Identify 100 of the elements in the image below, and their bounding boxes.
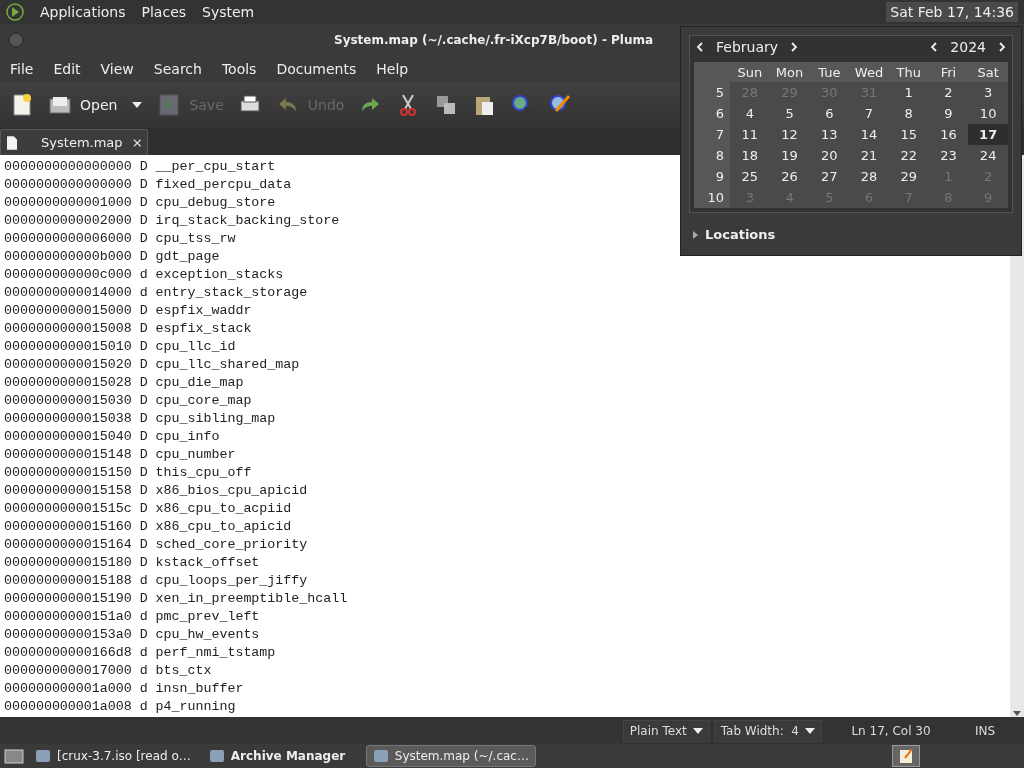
save-icon <box>157 93 182 117</box>
calendar-day[interactable]: 27 <box>809 166 850 187</box>
code-line: 0000000000015164 D sched_core_priority <box>4 536 308 554</box>
code-line: 0000000000000000 D fixed_percpu_data <box>4 176 292 194</box>
taskbar-window[interactable]: [crux-3.7.iso [read o… <box>28 745 198 767</box>
app-icon <box>35 748 51 764</box>
code-line: 0000000000001000 D cpu_debug_store <box>4 194 276 212</box>
panel-menu[interactable]: Applications <box>40 4 126 20</box>
calendar-day[interactable]: 14 <box>849 124 889 145</box>
week-number: 7 <box>694 124 730 145</box>
calendar-day[interactable]: 16 <box>928 124 969 145</box>
code-line: 0000000000006000 D cpu_tss_rw <box>4 230 236 248</box>
tab-width-dropdown[interactable]: Tab Width: 4 <box>713 719 822 742</box>
menu-item[interactable]: Tools <box>215 61 263 77</box>
insert-mode: INS <box>973 723 997 738</box>
calendar-day[interactable]: 9 <box>928 103 969 124</box>
week-number: 10 <box>694 187 730 208</box>
panel-menu[interactable]: Places <box>141 4 187 20</box>
code-line: 0000000000015038 D cpu_sibling_map <box>4 410 276 428</box>
code-line: 0000000000015150 D this_cpu_off <box>4 464 252 482</box>
calendar-day[interactable]: 4 <box>730 103 770 124</box>
code-line: 0000000000015010 D cpu_llc_id <box>4 338 236 356</box>
menu-item[interactable]: Search <box>147 61 208 77</box>
weekday-header: Fri <box>928 62 969 82</box>
calendar-day[interactable]: 15 <box>888 124 929 145</box>
previous-month-button[interactable] <box>694 41 706 53</box>
caret-icon <box>805 726 815 735</box>
calendar-day[interactable]: 18 <box>730 145 770 166</box>
calendar-day[interactable]: 25 <box>730 166 770 187</box>
calendar-day[interactable]: 11 <box>730 124 770 145</box>
window-title: System.map (~/.cache/.fr-iXcp7B/boot) - Pluma <box>334 33 654 47</box>
menu-item[interactable]: View <box>94 61 140 77</box>
code-line: 0000000000015188 d cpu_loops_per_jiffy <box>4 572 308 590</box>
code-line: 000000000000c000 d exception_stacks <box>4 266 284 284</box>
open-button[interactable]: Open <box>46 91 120 119</box>
week-number: 6 <box>694 103 730 124</box>
menu-item[interactable]: Edit <box>47 61 87 77</box>
calendar-day[interactable]: 24 <box>968 145 1008 166</box>
calendar-day[interactable]: 17 <box>968 124 1008 145</box>
calendar-day[interactable]: 22 <box>888 145 929 166</box>
calendar-day[interactable]: 5 <box>769 103 810 124</box>
calendar-day[interactable]: 2 <box>928 82 969 103</box>
menu-item[interactable]: File <box>4 61 40 77</box>
calendar-day[interactable]: 3 <box>968 82 1008 103</box>
weekday-header: Sat <box>968 62 1008 82</box>
code-line: 000000000001a008 d p4_running <box>4 698 236 716</box>
menu-item[interactable]: Documents <box>270 61 363 77</box>
locations-expander[interactable]: Locations <box>689 213 1013 256</box>
calendar-day[interactable]: 1 <box>888 82 929 103</box>
calendar-day[interactable]: 29 <box>888 166 929 187</box>
show-desktop-icon[interactable] <box>4 747 24 765</box>
code-line: 0000000000015028 D cpu_die_map <box>4 374 244 392</box>
code-line: 0000000000015030 D cpu_core_map <box>4 392 252 410</box>
code-line: 000000000001515c D x86_cpu_to_acpiid <box>4 500 292 518</box>
panel-menu[interactable]: System <box>202 4 255 20</box>
calendar-day[interactable]: 10 <box>968 103 1008 124</box>
calendar-day[interactable]: 12 <box>769 124 810 145</box>
code-line: 0000000000014000 d entry_stack_storage <box>4 284 308 302</box>
clock[interactable]: Sat Feb 17, 14:36 <box>886 2 1018 22</box>
weekday-header: Sun <box>730 62 770 82</box>
calendar-day[interactable]: 19 <box>769 145 810 166</box>
week-number: 9 <box>694 166 730 187</box>
calendar-day[interactable]: 8 <box>888 103 929 124</box>
month-label: February <box>716 39 779 55</box>
calendar-day[interactable]: 21 <box>849 145 889 166</box>
weekday-header: Tue <box>809 62 850 82</box>
tray-notepad-icon[interactable] <box>892 745 920 767</box>
code-line: 00000000000166d8 d perf_nmi_tstamp <box>4 644 276 662</box>
calendar-day[interactable]: 28 <box>849 166 889 187</box>
play-logo-icon <box>6 3 24 21</box>
calendar-day[interactable]: 6 <box>809 103 850 124</box>
taskbar-window[interactable]: Archive Manager <box>201 745 362 767</box>
close-icon[interactable] <box>132 137 141 148</box>
code-line: 0000000000015020 D cpu_llc_shared_map <box>4 356 300 374</box>
calendar-day[interactable]: 20 <box>809 145 850 166</box>
next-year-button[interactable] <box>996 41 1008 53</box>
language-dropdown[interactable]: Plain Text <box>622 719 710 742</box>
code-line: 0000000000015180 D kstack_offset <box>4 554 260 572</box>
cursor-position: Ln 17, Col 30 <box>850 723 932 738</box>
app-icon <box>372 748 389 764</box>
year-label: 2024 <box>950 39 986 55</box>
weekday-header: Thu <box>888 62 929 82</box>
new-document-icon <box>10 93 34 117</box>
taskbar-window[interactable]: System.map (~/.cac… <box>365 745 536 767</box>
code-line: 00000000000153a0 D cpu_hw_events <box>4 626 260 644</box>
calendar-day[interactable]: 13 <box>809 124 850 145</box>
code-line: 0000000000000000 D __per_cpu_start <box>4 158 276 176</box>
code-line: 0000000000015040 D cpu_info <box>4 428 220 446</box>
code-line: 0000000000015158 D x86_bios_cpu_apicid <box>4 482 308 500</box>
calendar-day[interactable]: 23 <box>928 145 969 166</box>
calendar-day[interactable]: 7 <box>849 103 889 124</box>
calendar-day[interactable]: 26 <box>769 166 810 187</box>
document-tab[interactable]: System.map <box>0 129 148 155</box>
expander-arrow-icon <box>693 230 699 239</box>
code-line: 0000000000015190 D xen_in_preemptible_hcall <box>4 590 348 608</box>
caret-icon <box>692 726 703 735</box>
document-icon <box>7 134 18 151</box>
menu-item[interactable]: Help <box>370 61 415 77</box>
code-line: 0000000000015148 D cpu_number <box>4 446 236 464</box>
code-line: 0000000000015008 D espfix_stack <box>4 320 252 338</box>
